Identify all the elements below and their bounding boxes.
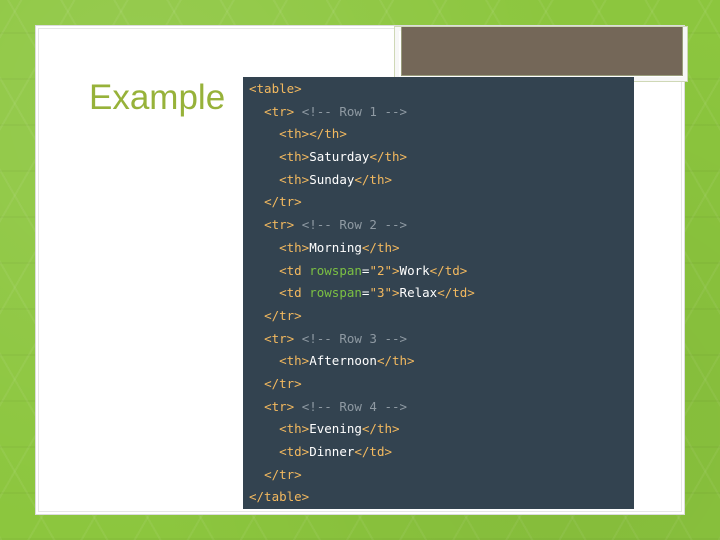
- code-token-tag: <tr>: [264, 217, 295, 233]
- code-token-tag: </th>: [361, 421, 400, 437]
- code-line: </tr>: [249, 191, 634, 214]
- code-token-tag: </tr>: [264, 194, 302, 210]
- code-line: <th>Sunday</th>: [249, 169, 634, 192]
- code-token-tag: </td>: [429, 262, 468, 278]
- code-token-tag: </td>: [354, 444, 393, 459]
- code-line: <th>Evening</th>: [249, 418, 634, 441]
- code-block: <table> <tr> <!-- Row 1 --> <th></th> <t…: [243, 77, 634, 509]
- code-token-tag: </tr>: [264, 307, 302, 323]
- code-line: <td rowspan="2">Work</td>: [249, 260, 634, 283]
- code-token-str: "3": [369, 285, 393, 301]
- slide-title: Example: [89, 78, 226, 117]
- code-token-tag: <th>: [279, 149, 310, 165]
- code-line: <th>Saturday</th>: [249, 146, 634, 169]
- code-line: <table>: [249, 78, 634, 101]
- code-line: <th>Morning</th>: [249, 237, 634, 260]
- code-token-str: "2": [369, 262, 393, 278]
- code-token-tag: </tr>: [264, 375, 302, 391]
- code-token-tag: </tr>: [264, 466, 302, 482]
- code-token-comment: <!-- Row 1 -->: [294, 103, 408, 119]
- code-line: <td>Dinner</td>: [249, 441, 634, 464]
- code-token-tag: >: [392, 262, 400, 278]
- code-token-tag: <th>: [279, 353, 310, 369]
- code-line: <tr> <!-- Row 4 -->: [249, 396, 634, 419]
- code-token-txt: Work: [399, 262, 430, 278]
- decorative-tab: [394, 26, 688, 82]
- code-line: </tr>: [249, 373, 634, 396]
- decorative-tab-swatch: [401, 27, 683, 76]
- code-token-tag: </th>: [376, 353, 415, 369]
- code-token-tag: </th>: [361, 239, 400, 255]
- code-token-tag: <tr>: [264, 330, 295, 346]
- code-token-txt: Dinner: [309, 444, 355, 459]
- code-token-tag: <tr>: [264, 103, 295, 119]
- code-token-tag: <th></th>: [279, 126, 347, 142]
- code-token-tag: </table>: [249, 489, 310, 505]
- code-line: <th>Afternoon</th>: [249, 350, 634, 373]
- code-token-tag: </td>: [437, 285, 475, 301]
- code-token-tag: <td: [279, 262, 310, 278]
- code-token-attr: rowspan: [309, 285, 362, 301]
- code-token-tag: >: [392, 285, 400, 301]
- code-token-txt: Relax: [399, 285, 438, 301]
- code-token-comment: <!-- Row 4 -->: [294, 398, 408, 414]
- code-line: </tr>: [249, 464, 634, 487]
- code-token-tag: </th>: [354, 171, 393, 187]
- code-token-tag: <th>: [279, 171, 310, 187]
- code-line: <tr> <!-- Row 3 -->: [249, 328, 634, 351]
- code-line: </table>: [249, 486, 634, 509]
- code-token-tag: <table>: [249, 81, 302, 96]
- code-token-tag: <td>: [279, 444, 310, 459]
- code-line: <tr> <!-- Row 2 -->: [249, 214, 634, 237]
- code-token-tag: </th>: [369, 149, 408, 165]
- code-token-txt: Evening: [309, 421, 362, 437]
- code-line: <td rowspan="3">Relax</td>: [249, 282, 634, 305]
- code-token-tag: <tr>: [264, 398, 295, 414]
- code-token-attr: rowspan: [309, 262, 362, 278]
- code-token-txt: Saturday: [309, 149, 370, 165]
- code-token-comment: <!-- Row 3 -->: [294, 330, 408, 346]
- code-token-txt: Afternoon: [309, 353, 377, 369]
- code-token-txt: Sunday: [309, 171, 355, 187]
- code-line: </tr>: [249, 305, 634, 328]
- code-line: <tr> <!-- Row 1 -->: [249, 101, 634, 124]
- code-token-tag: <th>: [279, 239, 310, 255]
- code-token-txt: Morning: [309, 239, 362, 255]
- code-token-tag: <th>: [279, 421, 310, 437]
- code-line: <th></th>: [249, 123, 634, 146]
- code-token-comment: <!-- Row 2 -->: [294, 217, 408, 233]
- code-token-tag: <td: [279, 285, 310, 301]
